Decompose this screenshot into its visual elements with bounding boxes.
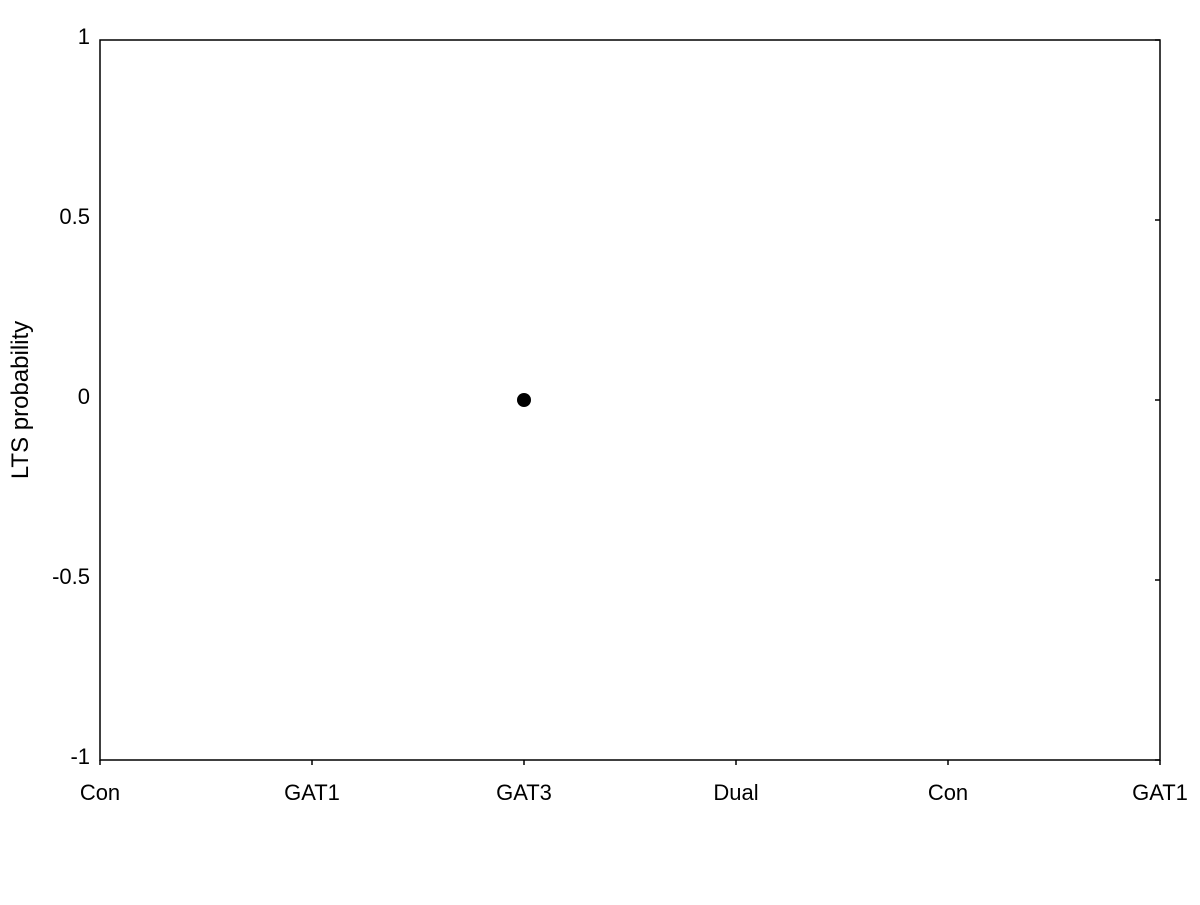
x-label-con2: Con [928,780,968,805]
y-label-0: 0 [78,384,90,409]
y-label-neg0.5: -0.5 [52,564,90,589]
x-label-dual: Dual [713,780,758,805]
chart-container: 1 0.5 0 -0.5 -1 LTS probability Con GAT1… [0,0,1200,900]
y-axis-label: LTS probability [7,321,34,479]
y-label-1: 1 [78,24,90,49]
y-label-neg1: -1 [70,744,90,769]
data-point [517,393,531,407]
y-label-0.5: 0.5 [59,204,90,229]
plot-area [100,40,1160,760]
x-label-gat3: GAT3 [496,780,552,805]
x-label-gat1-1: GAT1 [284,780,340,805]
x-label-gat1-2: GAT1 [1132,780,1188,805]
x-label-con1: Con [80,780,120,805]
